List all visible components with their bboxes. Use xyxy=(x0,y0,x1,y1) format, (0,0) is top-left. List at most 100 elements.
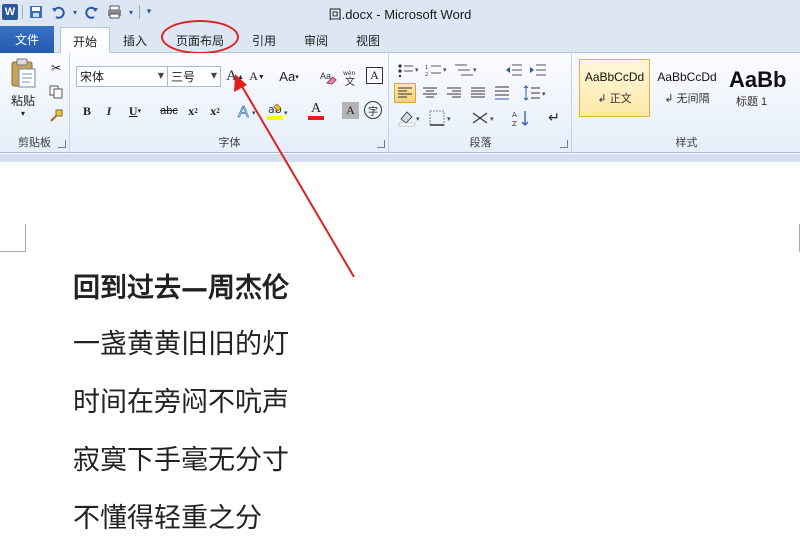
chevron-down-icon: ▼ xyxy=(210,71,217,80)
character-shading-button[interactable]: A xyxy=(342,102,359,119)
bold-button[interactable]: B xyxy=(77,101,97,121)
numbering-icon[interactable]: 1 2 ▾ xyxy=(424,61,450,79)
sort-icon[interactable]: AZ xyxy=(510,108,532,128)
font-color-button[interactable]: A xyxy=(303,100,329,122)
svg-text:Z: Z xyxy=(512,120,517,127)
style-no-spacing[interactable]: AaBbCcDd ↲ 无间隔 xyxy=(652,59,722,117)
ribbon: 粘贴 ▾ ✂ 剪贴板 宋体 ▼ 三号 ▼ A ▲ A ▼ Aa ▾ Aa wén… xyxy=(0,53,800,153)
align-left-button[interactable] xyxy=(394,83,416,103)
document-line[interactable]: 一盏黄黄旧旧的灯 xyxy=(73,322,289,361)
svg-text:▾: ▾ xyxy=(542,90,546,98)
svg-text:▾: ▾ xyxy=(415,66,419,74)
tab-review[interactable]: 审阅 xyxy=(292,27,340,53)
distributed-align-icon[interactable] xyxy=(491,83,513,103)
styles-group-label: 样式 xyxy=(675,136,698,149)
subscript-button[interactable]: x2 xyxy=(183,101,203,121)
chevron-down-icon: ▼ xyxy=(157,71,164,80)
style-heading-1[interactable]: AaBb 标题 1 xyxy=(724,59,800,117)
underline-button[interactable]: U ▾ xyxy=(123,101,147,121)
svg-text:A: A xyxy=(512,111,517,119)
style-no-spacing-sample: AaBbCcDd xyxy=(657,70,717,84)
underline-label: U xyxy=(128,103,138,118)
tab-file[interactable]: 文件 xyxy=(0,26,54,53)
multilevel-list-icon[interactable]: ▾ xyxy=(452,61,480,79)
clipboard-group: 粘贴 ▾ ✂ 剪贴板 xyxy=(0,53,70,153)
change-case-button[interactable]: Aa ▾ xyxy=(275,66,303,87)
style-heading-1-sample: AaBb xyxy=(729,67,787,92)
align-right-button[interactable] xyxy=(443,83,465,103)
svg-text:Aa: Aa xyxy=(320,71,331,81)
tab-view[interactable]: 视图 xyxy=(344,27,392,53)
svg-text:▾: ▾ xyxy=(252,109,256,117)
cut-icon[interactable]: ✂ xyxy=(47,59,65,77)
document-heading[interactable]: 回到过去—周杰伦 xyxy=(73,266,289,305)
borders-icon[interactable]: ▾ xyxy=(428,108,456,128)
character-border-icon[interactable]: A xyxy=(366,67,383,84)
decrease-indent-icon[interactable] xyxy=(504,61,524,79)
font-color-label: A xyxy=(310,101,322,116)
paragraph-group: ▾ 1 2 ▾ ▾ ▾ ▾ ▾ ▾ A Z ↵ 段落 xyxy=(390,53,572,153)
document-line[interactable]: 不懂得轻重之分 xyxy=(73,496,262,535)
chinese-layout-icon[interactable]: ▾ xyxy=(470,108,498,128)
grow-font-label: A xyxy=(226,68,237,84)
svg-text:文: 文 xyxy=(345,75,355,86)
tab-references[interactable]: 引用 xyxy=(240,27,288,53)
justify-button[interactable] xyxy=(467,83,489,103)
increase-indent-icon[interactable] xyxy=(528,61,548,79)
grow-font-button[interactable]: A ▲ xyxy=(225,66,245,87)
ribbon-tabs: 文件 开始 插入 页面布局 引用 审阅 视图 xyxy=(0,24,800,54)
font-size-combo[interactable]: 三号 ▼ xyxy=(167,66,221,87)
strikethrough-button[interactable]: abc xyxy=(157,101,181,121)
line-spacing-icon[interactable]: ▾ xyxy=(521,83,549,103)
highlight-color-icon[interactable]: ab ▾ xyxy=(265,100,291,122)
style-no-spacing-name-text: 无间隔 xyxy=(676,93,710,105)
svg-text:▾: ▾ xyxy=(416,115,420,123)
italic-button[interactable]: I xyxy=(99,101,119,121)
bullets-icon[interactable]: ▾ xyxy=(396,61,422,79)
paste-dropdown-icon[interactable]: ▾ xyxy=(21,109,25,118)
tab-home[interactable]: 开始 xyxy=(60,27,110,54)
style-normal-name: ↲ 正文 xyxy=(597,93,632,105)
enclose-characters-button[interactable]: 字 xyxy=(364,101,382,119)
svg-text:▾: ▾ xyxy=(473,66,477,74)
font-color-bar xyxy=(308,116,324,120)
shading-icon[interactable]: ▾ xyxy=(396,108,424,128)
document-gutter xyxy=(0,154,800,162)
copy-icon[interactable] xyxy=(47,83,65,101)
svg-text:▾: ▾ xyxy=(447,115,451,123)
svg-text:▾: ▾ xyxy=(443,66,447,74)
document-page[interactable]: 回到过去—周杰伦 一盏黄黄旧旧的灯 时间在旁闷不吭声 寂寞下手毫无分寸 不懂得轻… xyxy=(0,162,800,550)
paragraph-group-label: 段落 xyxy=(469,136,492,149)
style-normal-name-text: 正文 xyxy=(609,93,632,105)
font-name-value: 宋体 xyxy=(80,70,105,84)
paragraph-launcher-icon[interactable] xyxy=(560,140,568,148)
shrink-font-label: A xyxy=(249,69,258,83)
document-line[interactable]: 寂寞下手毫无分寸 xyxy=(73,438,289,477)
align-center-button[interactable] xyxy=(419,83,441,103)
svg-text:▾: ▾ xyxy=(284,109,288,117)
styles-group: AaBbCcDd ↲ 正文 AaBbCcDd ↲ 无间隔 AaBb 标题 1 样… xyxy=(573,53,800,153)
shrink-font-button[interactable]: A ▼ xyxy=(248,66,266,87)
style-normal-sample: AaBbCcDd xyxy=(584,70,645,84)
style-no-spacing-name: ↲ 无间隔 xyxy=(664,93,710,105)
show-formatting-marks-icon[interactable]: ↵ xyxy=(544,108,564,128)
clear-formatting-icon[interactable]: Aa xyxy=(318,66,338,87)
svg-text:▾: ▾ xyxy=(490,115,494,123)
change-case-label: Aa xyxy=(279,69,296,84)
tab-insert[interactable]: 插入 xyxy=(112,27,158,53)
window-title: 回.docx - Microsoft Word xyxy=(328,7,472,22)
format-painter-icon[interactable] xyxy=(47,107,65,125)
superscript-button[interactable]: x2 xyxy=(205,101,225,121)
svg-text:2: 2 xyxy=(425,72,428,77)
clipboard-launcher-icon[interactable] xyxy=(58,140,66,148)
paste-button[interactable]: 粘贴 ▾ xyxy=(4,57,42,119)
text-effects-icon[interactable]: A ▾ xyxy=(235,100,261,122)
document-line[interactable]: 时间在旁闷不吭声 xyxy=(73,380,289,419)
phonetic-guide-icon[interactable]: wén 文 xyxy=(341,66,363,87)
font-name-combo[interactable]: 宋体 ▼ xyxy=(76,66,168,87)
style-normal[interactable]: AaBbCcDd ↲ 正文 xyxy=(579,59,650,117)
svg-text:1: 1 xyxy=(425,65,428,71)
svg-text:wén: wén xyxy=(343,70,356,77)
svg-text:A: A xyxy=(238,104,249,121)
font-launcher-icon[interactable] xyxy=(377,140,385,148)
